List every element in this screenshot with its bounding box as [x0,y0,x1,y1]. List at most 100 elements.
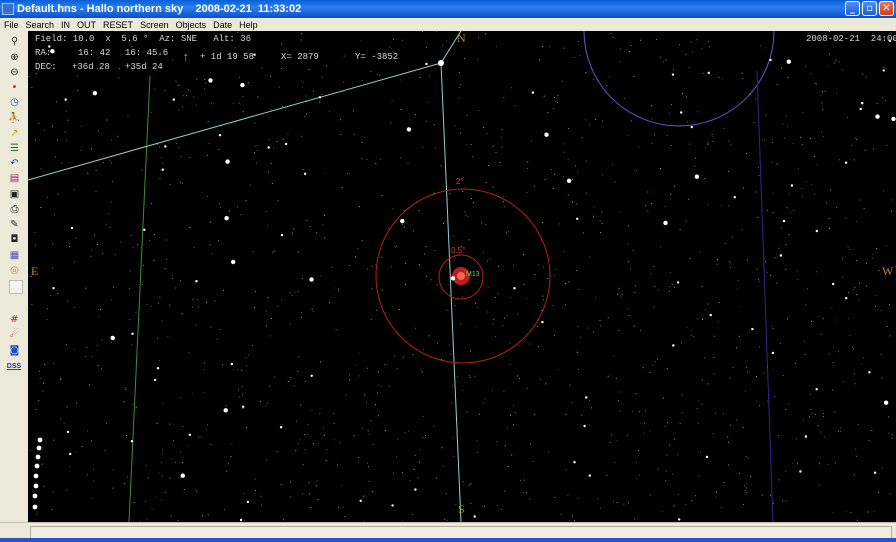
star [698,423,700,425]
star [64,131,66,133]
zoom-out-icon[interactable]: ⊖ [8,66,21,79]
star [434,250,436,252]
magnitude-legend-star [36,445,42,451]
menu-in[interactable]: IN [57,20,73,30]
star [153,233,155,235]
wrench-icon[interactable]: ✎ [8,218,21,231]
grid-icon[interactable]: # [8,313,21,326]
star [463,485,465,486]
star [785,408,787,410]
star [721,205,723,207]
menu-help[interactable]: Help [235,20,261,30]
red-dot-icon[interactable]: • [8,81,21,94]
star [94,234,96,236]
star [40,167,42,169]
star [131,344,133,346]
clock-icon[interactable]: ◷ [8,96,21,109]
star [811,184,812,186]
star [588,474,591,477]
star [233,369,235,371]
star [375,310,377,311]
binoculars-icon[interactable]: ⚲ [8,35,21,48]
star [640,39,642,41]
star [206,155,208,157]
star [823,436,825,438]
star [355,364,357,366]
menu-search[interactable]: Search [22,20,58,30]
menu-objects[interactable]: Objects [172,20,210,30]
star [277,306,279,308]
star [132,247,134,248]
sky-view[interactable]: Field: 10.0 x 5.6 ° Az: SNE Alt: 36 RA: … [28,31,896,522]
star [451,402,452,404]
menu-date[interactable]: Date [209,20,235,30]
star [694,165,696,167]
star [689,257,691,259]
star [689,143,691,145]
star [225,405,227,406]
pointer-icon[interactable]: ↗ [8,127,21,140]
star [543,95,545,97]
star [161,499,163,501]
star [323,237,325,239]
star [308,69,310,70]
star [772,142,773,143]
sliders-icon[interactable]: ☰ [8,142,21,155]
menu-out[interactable]: OUT [73,20,99,30]
star [763,372,765,374]
star [132,403,134,405]
star [468,374,470,376]
delta-readout: + 1d 19 58 [200,52,255,62]
maximize-button[interactable]: ▫ [862,1,877,16]
minimize-button[interactable]: _ [845,1,860,16]
zoom-in-icon[interactable]: ⊕ [8,51,21,64]
running-man-icon[interactable]: ⛹ [8,112,21,125]
sky-canvas[interactable] [28,31,896,522]
star [425,62,428,66]
star [853,373,855,375]
ra-value-2: 16: 45.6 [125,48,169,58]
star [338,289,339,291]
star [445,39,447,41]
star [479,413,481,415]
star [437,65,439,67]
star [80,125,82,127]
close-button[interactable]: ✕ [879,1,894,16]
star [312,310,314,312]
camera-icon[interactable]: ◘ [8,233,21,246]
calendar-icon[interactable]: ▦ [8,249,21,262]
star [172,278,173,279]
star [672,69,674,71]
star [838,159,840,161]
menu-screen[interactable]: Screen [136,20,172,30]
star [681,92,683,94]
book-icon[interactable]: ▤ [8,172,21,185]
star [462,481,464,483]
menu-file[interactable]: File [0,20,22,30]
star [422,416,424,417]
star [241,386,243,388]
star [861,104,863,106]
globe-icon[interactable]: ◎ [8,264,21,277]
screenshot-icon[interactable]: ◙ [8,344,21,357]
star [495,297,497,299]
undo-icon[interactable]: ↶ [8,157,21,170]
star [529,498,531,500]
dss-button[interactable]: DSS [6,360,22,373]
star [424,435,426,436]
save-icon[interactable]: ▣ [8,188,21,201]
star [195,104,197,106]
star [267,402,268,404]
star [192,298,194,300]
star [195,280,198,283]
star [705,147,706,149]
menu-reset[interactable]: RESET [99,20,136,30]
star [448,344,450,346]
star [159,296,161,298]
star [237,389,239,391]
star [287,381,289,382]
print-icon[interactable]: ⎙ [8,203,21,216]
star [592,78,594,80]
comet-icon[interactable]: ☄ [8,328,21,341]
north-label: N [457,31,466,45]
